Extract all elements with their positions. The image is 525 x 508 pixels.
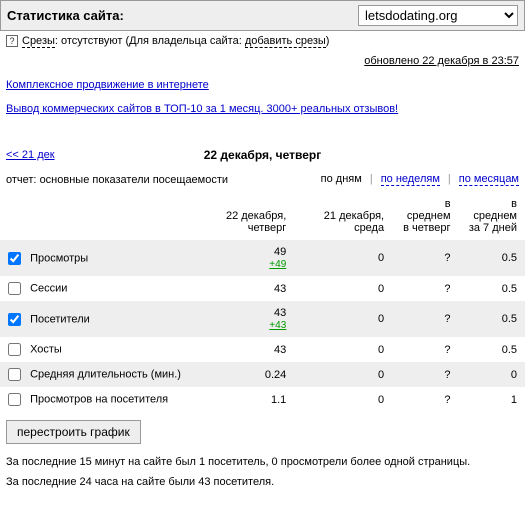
cell-today: 1.1 bbox=[190, 387, 294, 412]
current-date: 22 декабря, четверг bbox=[0, 148, 525, 162]
slices-row: ? Срезы: отсутствуют (Для владельца сайт… bbox=[0, 31, 525, 51]
cell-yesterday: 0 bbox=[294, 362, 392, 387]
metric-name: Просмотры bbox=[30, 252, 88, 264]
date-nav: << 21 дек 22 декабря, четверг bbox=[0, 143, 525, 167]
page-title: Статистика сайта: bbox=[7, 8, 124, 23]
metric-name: Сессии bbox=[30, 282, 67, 294]
col-today: 22 декабря, четверг bbox=[190, 192, 294, 240]
add-slices-link[interactable]: добавить срезы bbox=[245, 35, 326, 48]
promo-link-2[interactable]: Вывод коммерческих сайтов в ТОП-10 за 1 … bbox=[6, 103, 519, 115]
row-checkbox[interactable] bbox=[8, 313, 21, 326]
row-checkbox[interactable] bbox=[8, 343, 21, 356]
metric-name: Хосты bbox=[30, 343, 62, 355]
table-row: Сессии 430?0.5 bbox=[0, 276, 525, 301]
header-bar: Статистика сайта: letsdodating.org bbox=[0, 0, 525, 31]
help-icon[interactable]: ? bbox=[6, 35, 18, 47]
cell-yesterday: 0 bbox=[294, 276, 392, 301]
metric-name: Просмотров на посетителя bbox=[30, 393, 168, 405]
metric-name: Средняя длительность (мин.) bbox=[30, 368, 181, 380]
cell-avg-7d: 0.5 bbox=[459, 301, 525, 337]
table-row: Просмотры 49+490?0.5 bbox=[0, 240, 525, 276]
promo-link-1[interactable]: Комплексное продвижение в интернете bbox=[6, 79, 519, 91]
delta-value: +49 bbox=[269, 259, 286, 270]
col-yesterday: 21 декабря, среда bbox=[294, 192, 392, 240]
prev-date-link[interactable]: << 21 дек bbox=[6, 149, 55, 161]
cell-yesterday: 0 bbox=[294, 387, 392, 412]
cell-avg-7d: 0.5 bbox=[459, 337, 525, 362]
table-row: Посетители 43+430?0.5 bbox=[0, 301, 525, 337]
tab-months[interactable]: по месяцам bbox=[459, 173, 519, 186]
cell-avg-7d: 1 bbox=[459, 387, 525, 412]
cell-avg-dow: ? bbox=[392, 362, 458, 387]
slices-link[interactable]: Срезы bbox=[22, 35, 55, 48]
metric-name: Посетители bbox=[30, 313, 90, 325]
col-avg-7d: в среднемза 7 дней bbox=[459, 192, 525, 240]
cell-avg-dow: ? bbox=[392, 240, 458, 276]
col-avg-dow: в среднемв четверг bbox=[392, 192, 458, 240]
cell-yesterday: 0 bbox=[294, 301, 392, 337]
cell-today: 0.24 bbox=[190, 362, 294, 387]
cell-yesterday: 0 bbox=[294, 337, 392, 362]
row-checkbox[interactable] bbox=[8, 252, 21, 265]
table-header-row: 22 декабря, четверг 21 декабря, среда в … bbox=[0, 192, 525, 240]
cell-avg-dow: ? bbox=[392, 387, 458, 412]
cell-avg-7d: 0 bbox=[459, 362, 525, 387]
updated-time: обновлено 22 декабря в 23:57 bbox=[0, 51, 525, 71]
delta-value: +43 bbox=[269, 320, 286, 331]
tab-weeks[interactable]: по неделям bbox=[381, 173, 440, 186]
row-checkbox[interactable] bbox=[8, 282, 21, 295]
table-row: Просмотров на посетителя 1.10?1 bbox=[0, 387, 525, 412]
cell-today: 49+49 bbox=[190, 240, 294, 276]
report-name: основные показатели посещаемости bbox=[40, 174, 228, 186]
rebuild-chart-button[interactable]: перестроить график bbox=[6, 420, 141, 444]
row-checkbox[interactable] bbox=[8, 368, 21, 381]
cell-today: 43+43 bbox=[190, 301, 294, 337]
report-header: отчет: основные показатели посещаемости … bbox=[0, 167, 525, 192]
cell-avg-7d: 0.5 bbox=[459, 240, 525, 276]
tab-days: по дням bbox=[321, 173, 362, 186]
cell-today: 43 bbox=[190, 276, 294, 301]
promo-block: Комплексное продвижение в интернете Выво… bbox=[0, 71, 525, 135]
cell-avg-dow: ? bbox=[392, 301, 458, 337]
cell-avg-7d: 0.5 bbox=[459, 276, 525, 301]
footer-15min: За последние 15 минут на сайте был 1 пос… bbox=[0, 452, 525, 472]
cell-today: 43 bbox=[190, 337, 294, 362]
row-checkbox[interactable] bbox=[8, 393, 21, 406]
cell-yesterday: 0 bbox=[294, 240, 392, 276]
site-select[interactable]: letsdodating.org bbox=[358, 5, 518, 26]
cell-avg-dow: ? bbox=[392, 276, 458, 301]
table-row: Средняя длительность (мин.)0.240?0 bbox=[0, 362, 525, 387]
footer-24h: За последние 24 часа на сайте были 43 по… bbox=[0, 472, 525, 492]
stats-table: 22 декабря, четверг 21 декабря, среда в … bbox=[0, 192, 525, 412]
cell-avg-dow: ? bbox=[392, 337, 458, 362]
slices-text: : отсутствуют (Для владельца сайта: bbox=[55, 35, 245, 47]
table-row: Хосты 430?0.5 bbox=[0, 337, 525, 362]
